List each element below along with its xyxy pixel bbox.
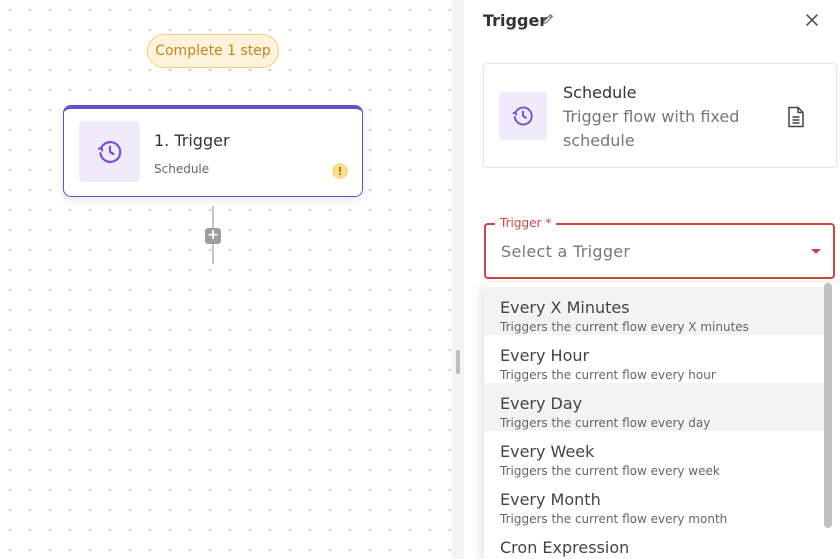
trigger-settings-panel: Trigger Schedule Trigger flow with fixed… (464, 0, 840, 559)
add-step-button[interactable]: + (205, 228, 221, 244)
pencil-icon[interactable] (541, 12, 555, 26)
option-every-day[interactable]: Every Day Triggers the current flow ever… (484, 383, 824, 431)
option-description: Triggers the current flow every X minute… (500, 320, 749, 334)
card-description: Trigger flow with fixed schedule (563, 107, 740, 150)
option-label: Every Day (500, 394, 583, 413)
option-label: Every Hour (500, 346, 590, 365)
warning-icon: ! (332, 163, 348, 179)
option-description: Triggers the current flow every day (500, 416, 711, 430)
clock-schedule-icon (97, 140, 121, 163)
clock-schedule-icon (512, 106, 533, 126)
trigger-info-card: Schedule Trigger flow with fixed schedul… (483, 63, 837, 168)
option-description: Triggers the current flow every hour (500, 368, 716, 382)
node-icon-box (79, 121, 140, 182)
trigger-select[interactable]: Select a Trigger (484, 223, 835, 279)
option-description: Triggers the current flow every week (500, 464, 720, 478)
node-title: 1. Trigger (154, 131, 230, 150)
option-every-x-minutes[interactable]: Every X Minutes Triggers the current flo… (484, 287, 824, 335)
option-cron-expression[interactable]: Cron Expression (484, 527, 824, 559)
dropdown-scrollbar[interactable] (824, 283, 832, 528)
caret-down-icon[interactable] (811, 249, 821, 254)
trigger-options-dropdown: Every X Minutes Triggers the current flo… (484, 283, 840, 559)
option-label: Cron Expression (500, 538, 630, 557)
panel-divider (452, 0, 464, 559)
option-label: Every Month (500, 490, 601, 509)
resize-handle[interactable] (456, 350, 460, 374)
option-every-hour[interactable]: Every Hour Triggers the current flow eve… (484, 335, 824, 383)
card-icon-box (499, 92, 547, 140)
panel-title: Trigger (483, 11, 548, 30)
option-label: Every Week (500, 442, 595, 461)
complete-steps-badge[interactable]: Complete 1 step (147, 34, 279, 68)
document-icon[interactable] (787, 106, 805, 128)
option-label: Every X Minutes (500, 298, 630, 317)
trigger-select-label: Trigger * (495, 216, 557, 230)
trigger-node[interactable]: 1. Trigger Schedule ! (63, 105, 363, 197)
option-description: Triggers the current flow every month (500, 512, 728, 526)
select-placeholder: Select a Trigger (501, 242, 631, 261)
option-every-month[interactable]: Every Month Triggers the current flow ev… (484, 479, 824, 527)
flow-canvas[interactable]: Complete 1 step 1. Trigger Schedule ! + (0, 0, 452, 559)
close-icon[interactable] (804, 12, 820, 28)
card-title: Schedule (563, 83, 637, 102)
node-subtitle: Schedule (154, 162, 210, 176)
option-every-week[interactable]: Every Week Triggers the current flow eve… (484, 431, 824, 479)
